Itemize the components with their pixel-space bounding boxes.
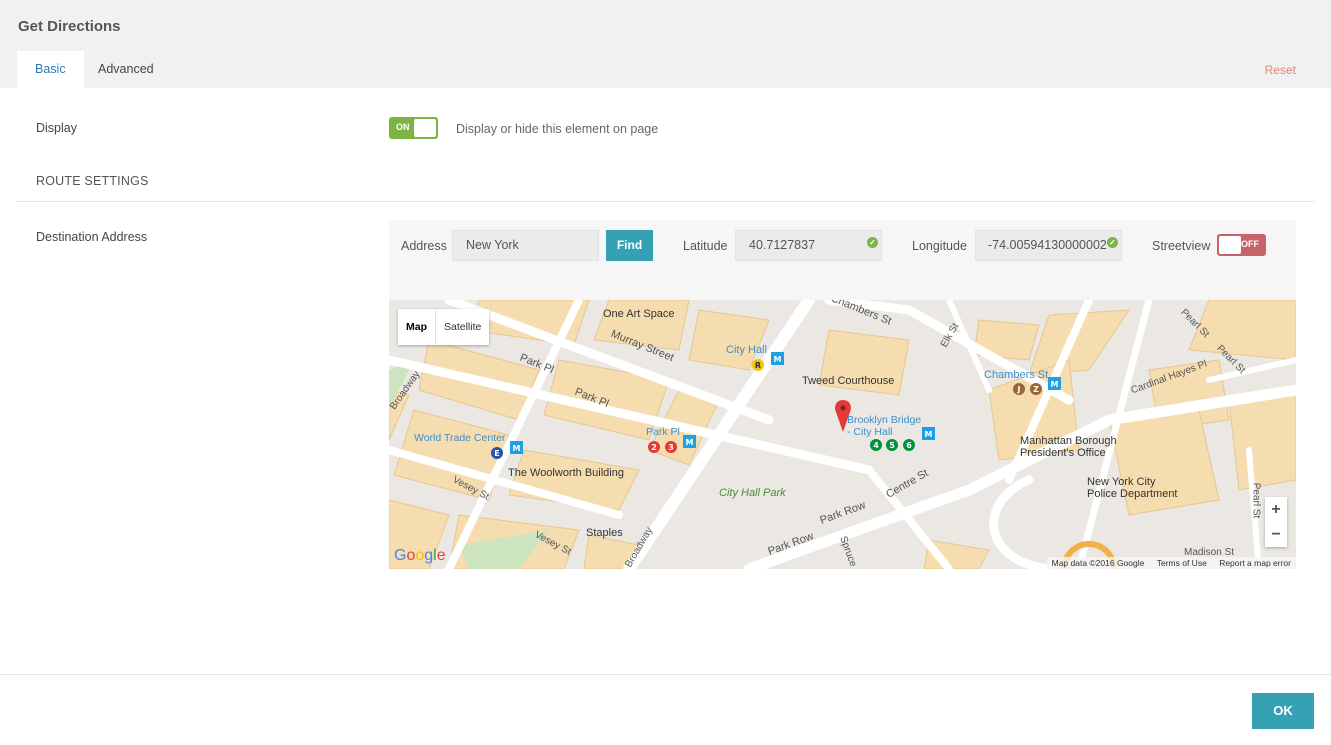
map-type-satellite-button[interactable]: Satellite [436,309,489,345]
ok-button[interactable]: OK [1252,693,1314,729]
longitude-valid-icon: ✓ [1107,237,1118,248]
svg-text:M: M [1051,380,1059,389]
map-label-nypd: New York City Police Department [1087,476,1178,500]
longitude-label: Longitude [912,239,967,253]
display-toggle-text: ON [396,122,410,132]
map-label-one-art-space: One Art Space [603,308,675,320]
map-data-credit: Map data ©2016 Google [1051,558,1145,568]
toggle-knob [414,119,436,137]
address-input[interactable]: New York [452,230,599,261]
latitude-input[interactable]: 40.7127837 [735,230,882,261]
section-divider [17,201,1315,202]
tab-advanced[interactable]: Advanced [80,51,172,88]
dialog-header: Get Directions Basic Advanced Reset [0,0,1331,88]
address-label: Address [401,239,447,253]
zoom-in-button[interactable]: + [1265,497,1287,522]
svg-text:R: R [755,361,761,370]
svg-text:Z: Z [1033,385,1039,394]
display-label: Display [36,121,77,135]
map-view[interactable]: M R M 2 3 M E 4 5 6 M J Z M One Art Spac… [389,300,1296,569]
zoom-out-button[interactable]: − [1265,522,1287,547]
svg-text:M: M [925,430,933,439]
map-type-control: Map Satellite [398,309,490,345]
toggle-knob [1219,236,1241,254]
map-base-layer: M R M 2 3 M E 4 5 6 M J Z M [389,300,1296,569]
latitude-valid-icon: ✓ [867,237,878,248]
terms-of-use-link[interactable]: Terms of Use [1157,558,1207,568]
latitude-label: Latitude [683,239,728,253]
reset-link[interactable]: Reset [1265,63,1296,77]
tab-basic[interactable]: Basic [17,51,84,88]
svg-text:E: E [494,449,499,458]
route-settings-heading: ROUTE SETTINGS [36,174,149,188]
report-map-error-link[interactable]: Report a map error [1219,558,1291,568]
svg-text:M: M [686,438,694,447]
map-label-woolworth: The Woolworth Building [508,467,624,479]
svg-text:3: 3 [668,443,674,452]
map-label-city-hall-station: City Hall [726,344,767,356]
destination-address-label: Destination Address [36,230,148,244]
svg-text:J: J [1017,385,1021,394]
map-type-map-button[interactable]: Map [398,309,436,345]
svg-text:4: 4 [873,441,879,450]
zoom-control: + − [1265,497,1287,547]
dialog-title: Get Directions [18,18,121,35]
svg-text:M: M [774,355,782,364]
map-label-manhattan-borough: Manhattan Borough President's Office [1020,435,1117,459]
streetview-toggle-text: OFF [1241,239,1259,249]
google-logo: Google [394,547,446,564]
svg-text:M: M [513,444,521,453]
map-label-brooklyn-bridge: Brooklyn Bridge - City Hall [847,414,922,438]
map-label-tweed-courthouse: Tweed Courthouse [802,375,895,387]
map-label-chambers-st-station: Chambers St [984,369,1049,381]
address-panel: Address New York Find Latitude 40.712783… [389,220,1296,300]
svg-text:6: 6 [906,441,912,450]
streetview-label: Streetview [1152,239,1211,253]
map-label-pearl-st-vertical: Pearl St [1250,482,1262,519]
svg-text:2: 2 [651,443,657,452]
longitude-input[interactable]: -74.00594130000002 [975,230,1122,261]
map-label-world-trade-center: World Trade Center [414,432,506,444]
display-toggle[interactable]: ON [389,117,438,139]
map-label-city-hall-park: City Hall Park [719,487,786,499]
display-help-text: Display or hide this element on page [456,122,659,136]
streetview-toggle[interactable]: OFF [1217,234,1266,256]
map-attribution: Map data ©2016 Google Terms of Use Repor… [1046,557,1296,569]
map-label-staples: Staples [586,527,623,539]
map-label-park-pl-station: Park Pl [646,426,680,438]
svg-text:5: 5 [889,441,895,450]
footer-divider [0,674,1331,675]
find-button[interactable]: Find [606,230,653,261]
